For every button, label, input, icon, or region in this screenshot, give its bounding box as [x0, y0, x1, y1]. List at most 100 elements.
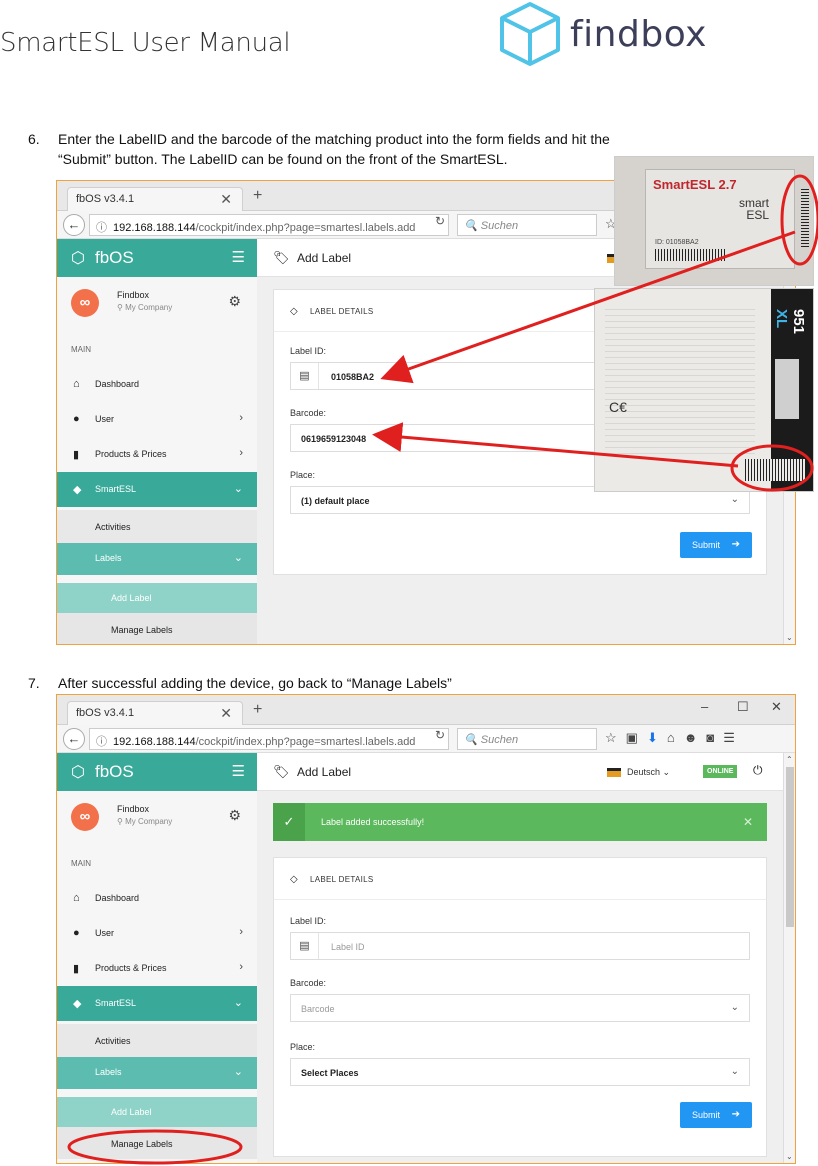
- page-header: 🏷 Add Label Deutsch ⌄ ONLINE ⏻: [257, 753, 783, 791]
- nav-label: Manage Labels: [111, 1139, 173, 1149]
- sidebar-item-dashboard[interactable]: ⌂ Dashboard: [57, 881, 257, 916]
- tag-icon: 🏷: [273, 764, 290, 779]
- close-alert-icon[interactable]: ✕: [743, 815, 753, 829]
- user-company: ⚲ My Company: [117, 817, 173, 826]
- info-icon: ⓘ: [96, 736, 107, 748]
- gear-icon[interactable]: ⚙: [228, 807, 241, 824]
- cube-icon: ⬡: [71, 764, 85, 781]
- url-input[interactable]: ⓘ 192.168.188.144/cockpit/index.php?page=…: [89, 728, 449, 750]
- barcode-label: Barcode:: [290, 978, 327, 988]
- sidebar-item-labels[interactable]: Labels ⌄: [57, 1057, 257, 1089]
- scroll-down-icon[interactable]: ⌄: [786, 1152, 793, 1161]
- pocket-icon[interactable]: ◙: [706, 730, 723, 745]
- close-tab-icon[interactable]: ✕: [220, 705, 232, 722]
- tab-title: fbOS v3.4.1: [76, 707, 135, 719]
- submit-button[interactable]: Submit ➔: [680, 1102, 752, 1128]
- tags-icon: ◆: [73, 998, 82, 1010]
- url-host: 192.168.188.144: [113, 736, 196, 748]
- address-bar: ← ⓘ 192.168.188.144/cockpit/index.php?pag…: [57, 725, 795, 753]
- download-icon[interactable]: ⬇: [647, 730, 667, 745]
- close-window-icon[interactable]: ✕: [771, 699, 782, 715]
- browser-tab[interactable]: fbOS v3.4.1 ✕: [67, 701, 243, 725]
- place-value: Select Places: [301, 1068, 359, 1078]
- browser-tabbar: fbOS v3.4.1 ✕ + – ☐ ✕: [57, 695, 795, 725]
- scroll-up-icon[interactable]: ⌃: [786, 755, 793, 764]
- sidebar-item-products[interactable]: ▮ Products & Prices ›: [57, 951, 257, 986]
- power-icon[interactable]: ⏻: [753, 763, 763, 778]
- user-icon: ●: [73, 927, 80, 939]
- home-toolbar-icon[interactable]: ⌂: [667, 730, 684, 745]
- search-placeholder: Suchen: [480, 734, 519, 746]
- vertical-scrollbar[interactable]: ⌃ ⌄: [783, 753, 795, 1163]
- nav-label: User: [95, 928, 115, 938]
- label-id-label: Label ID:: [290, 916, 327, 926]
- menu-icon[interactable]: ☰: [723, 730, 744, 745]
- nav-label: Labels: [95, 1067, 122, 1077]
- minimize-icon[interactable]: –: [701, 699, 708, 714]
- place-label: Place:: [290, 1042, 316, 1052]
- arrow-label-id: [380, 230, 796, 384]
- nav-label: Products & Prices: [95, 963, 167, 973]
- nav-label: SmartESL: [95, 998, 137, 1008]
- page-title: Add Label: [297, 765, 352, 779]
- chevron-right-icon: ›: [239, 926, 243, 938]
- submit-label: Submit: [692, 1110, 721, 1120]
- step-text-line1: After successful adding the device, go b…: [58, 675, 452, 691]
- toolbar-icons: ☆▣⬇⌂☻◙☰: [605, 730, 744, 746]
- reload-icon[interactable]: ↻: [435, 728, 445, 742]
- avatar: ∞: [71, 803, 99, 831]
- sidebar-item-manage-labels[interactable]: Manage Labels: [57, 1127, 257, 1159]
- maximize-icon[interactable]: ☐: [737, 699, 749, 715]
- sidebar-item-add-label[interactable]: Add Label: [57, 1097, 257, 1127]
- chat-icon[interactable]: ☻: [684, 730, 707, 745]
- user-name: Findbox: [117, 804, 150, 814]
- brand-name: fbOS: [95, 762, 134, 781]
- book-icon: ▮: [73, 963, 80, 975]
- bookmark-star-icon[interactable]: ☆: [605, 730, 626, 745]
- sidebar-item-activities[interactable]: Activities: [57, 1024, 257, 1059]
- screenshot-success: fbOS v3.4.1 ✕ + – ☐ ✕ ← ⓘ 192.168.188.144/…: [56, 694, 796, 1164]
- chevron-down-icon: ⌄: [730, 1002, 739, 1013]
- sidebar-item-user[interactable]: ● User ›: [57, 916, 257, 951]
- tag-outline-icon: ◇: [290, 874, 298, 885]
- step-7: 7. After successful adding the device, g…: [28, 674, 788, 694]
- status-badge: ONLINE: [703, 765, 738, 778]
- new-tab-icon[interactable]: +: [253, 701, 262, 719]
- search-input[interactable]: 🔍 Suchen: [457, 728, 597, 750]
- label-details-card: ◇ LABEL DETAILS Label ID: ▤ Label ID Bar…: [273, 857, 767, 1157]
- barcode-select[interactable]: Barcode ⌄: [290, 994, 750, 1022]
- scroll-thumb[interactable]: [786, 767, 794, 927]
- place-select[interactable]: Select Places ⌄: [290, 1058, 750, 1086]
- library-icon[interactable]: ▣: [626, 730, 647, 745]
- chevron-down-icon: ⌄: [730, 1066, 739, 1077]
- home-icon: ⌂: [73, 892, 80, 904]
- highlight-ellipse-side-barcode: [780, 174, 818, 266]
- manual-page: SmartESL User Manual findbox 6. Enter th…: [0, 0, 818, 1166]
- main-content: 🏷 Add Label Deutsch ⌄ ONLINE ⏻ ✓ Label a…: [257, 753, 783, 1163]
- company-name: My Company: [125, 817, 173, 826]
- hamburger-icon[interactable]: ☰: [232, 762, 245, 780]
- nav-label: Activities: [95, 1036, 131, 1046]
- label-id-field[interactable]: ▤ Label ID: [290, 932, 750, 960]
- sidebar-item-smartesl[interactable]: ◆ SmartESL ⌄: [57, 986, 257, 1021]
- url-path: /cockpit/index.php?page=smartesl.labels.…: [195, 736, 416, 748]
- chevron-right-icon: ›: [239, 961, 243, 973]
- document-icon: ▤: [291, 933, 319, 959]
- success-alert: ✓ Label added successfully! ✕: [273, 803, 767, 841]
- card-title: LABEL DETAILS: [310, 875, 374, 884]
- chevron-down-icon: ⌄: [233, 1066, 243, 1078]
- sidebar: ⬡ fbOS ☰ ∞ Findbox ⚲ My Company ⚙ MAIN ⌂…: [57, 753, 257, 1163]
- label-id-placeholder: Label ID: [331, 942, 365, 952]
- chevron-down-icon: ⌄: [233, 997, 243, 1009]
- barcode-placeholder: Barcode: [301, 1004, 335, 1014]
- alert-message: Label added successfully!: [321, 817, 425, 827]
- user-panel: ∞ Findbox ⚲ My Company ⚙: [57, 791, 257, 847]
- brand-bar: ⬡ fbOS ☰: [57, 753, 257, 791]
- arrow-barcode: [372, 422, 739, 468]
- nav-label: Dashboard: [95, 893, 140, 903]
- highlight-ellipse-package-barcode: [730, 444, 814, 492]
- german-flag-icon: [607, 768, 621, 777]
- nav-label: Add Label: [111, 1107, 152, 1117]
- language-selector[interactable]: Deutsch ⌄: [627, 767, 670, 778]
- back-arrow-icon[interactable]: ←: [63, 728, 85, 750]
